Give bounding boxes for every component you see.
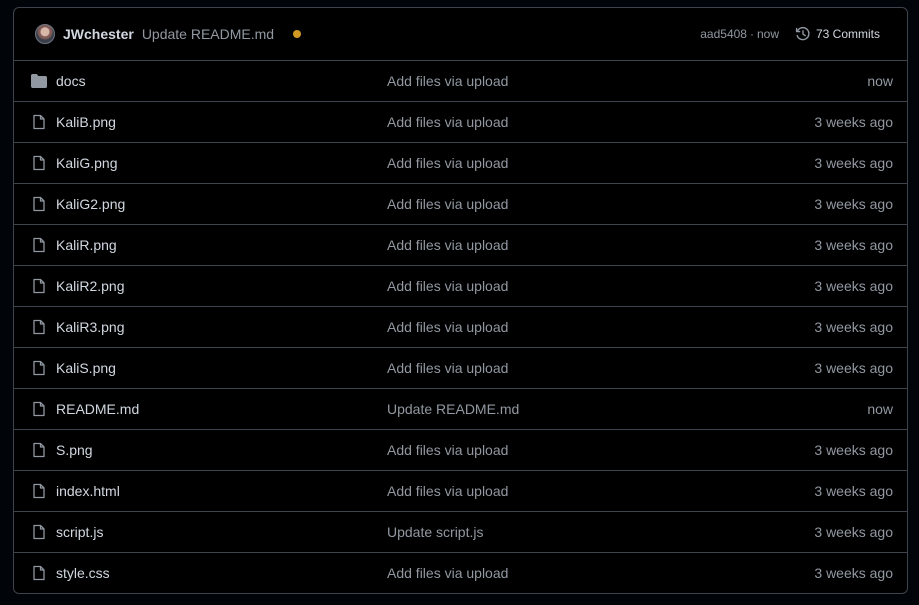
file-name-link[interactable]: README.md — [56, 401, 139, 417]
file-commit-message-link[interactable]: Add files via upload — [387, 565, 508, 581]
file-icon — [31, 278, 47, 294]
file-name-link[interactable]: docs — [56, 73, 86, 89]
file-name-link[interactable]: KaliG.png — [56, 155, 117, 171]
file-commit-message-link[interactable]: Add files via upload — [387, 114, 508, 130]
file-commit-age: now — [867, 73, 893, 89]
file-commit-age: 3 weeks ago — [814, 155, 893, 171]
file-commit-age: 3 weeks ago — [814, 483, 893, 499]
commit-author[interactable]: JWchester — [63, 26, 134, 42]
file-commit-message-link[interactable]: Update script.js — [387, 524, 483, 540]
file-name-link[interactable]: KaliR.png — [56, 237, 117, 253]
file-row[interactable]: docs Add files via upload now — [14, 61, 907, 102]
author-avatar[interactable] — [35, 24, 55, 44]
file-name-link[interactable]: script.js — [56, 524, 103, 540]
folder-icon — [31, 73, 47, 89]
file-icon — [31, 401, 47, 417]
file-commit-message-link[interactable]: Add files via upload — [387, 278, 508, 294]
file-commit-age: 3 weeks ago — [814, 360, 893, 376]
file-list: docs Add files via upload now KaliB.png Add … — [14, 61, 907, 593]
latest-commit-bar: JWchester Update README.md aad5408 · now… — [14, 8, 907, 61]
file-commit-message-link[interactable]: Add files via upload — [387, 442, 508, 458]
file-commit-message-link[interactable]: Add files via upload — [387, 73, 508, 89]
file-commit-age: 3 weeks ago — [814, 319, 893, 335]
file-row[interactable]: KaliR2.png Add files via upload 3 weeks ag… — [14, 266, 907, 307]
file-icon — [31, 360, 47, 376]
file-icon — [31, 524, 47, 540]
file-browser: JWchester Update README.md aad5408 · now… — [13, 7, 908, 594]
file-commit-message-link[interactable]: Add files via upload — [387, 196, 508, 212]
file-name-link[interactable]: index.html — [56, 483, 120, 499]
file-icon — [31, 114, 47, 130]
file-commit-age: 3 weeks ago — [814, 278, 893, 294]
file-icon — [31, 237, 47, 253]
file-commit-age: now — [867, 401, 893, 417]
file-commit-message-link[interactable]: Update README.md — [387, 401, 519, 417]
file-row[interactable]: style.css Add files via upload 3 weeks ago — [14, 553, 907, 593]
file-row[interactable]: KaliS.png Add files via upload 3 weeks ago — [14, 348, 907, 389]
file-name-link[interactable]: S.png — [56, 442, 93, 458]
file-commit-message-link[interactable]: Add files via upload — [387, 360, 508, 376]
file-icon — [31, 442, 47, 458]
commit-status-dot[interactable] — [293, 30, 302, 38]
file-row[interactable]: KaliR.png Add files via upload 3 weeks ago — [14, 225, 907, 266]
file-row[interactable]: KaliG2.png Add files via upload 3 weeks ag… — [14, 184, 907, 225]
history-icon — [795, 27, 810, 41]
commit-sha[interactable]: aad5408 — [700, 27, 747, 41]
file-commit-message-link[interactable]: Add files via upload — [387, 319, 508, 335]
file-name-link[interactable]: KaliR3.png — [56, 319, 125, 335]
file-name-link[interactable]: style.css — [56, 565, 110, 581]
commit-time: now — [756, 27, 779, 41]
file-commit-message-link[interactable]: Add files via upload — [387, 483, 508, 499]
file-commit-age: 3 weeks ago — [814, 237, 893, 253]
file-name-link[interactable]: KaliS.png — [56, 360, 116, 376]
file-commit-message-link[interactable]: Add files via upload — [387, 155, 508, 171]
file-row[interactable]: KaliG.png Add files via upload 3 weeks ago — [14, 143, 907, 184]
file-name-link[interactable]: KaliG2.png — [56, 196, 125, 212]
file-row[interactable]: script.js Update script.js 3 weeks ago — [14, 512, 907, 553]
file-name-link[interactable]: KaliR2.png — [56, 278, 125, 294]
file-commit-age: 3 weeks ago — [814, 524, 893, 540]
latest-commit-message[interactable]: Update README.md — [142, 26, 274, 42]
file-icon — [31, 483, 47, 499]
file-icon — [31, 319, 47, 335]
file-icon — [31, 196, 47, 212]
meta-separator: · — [749, 27, 754, 41]
file-commit-age: 3 weeks ago — [814, 196, 893, 212]
file-icon — [31, 155, 47, 171]
file-commit-age: 3 weeks ago — [814, 114, 893, 130]
commits-history-link[interactable]: 73 Commits — [795, 26, 880, 42]
file-row[interactable]: KaliR3.png Add files via upload 3 weeks ag… — [14, 307, 907, 348]
file-commit-message-link[interactable]: Add files via upload — [387, 237, 508, 253]
file-row[interactable]: index.html Add files via upload 3 weeks ag… — [14, 471, 907, 512]
file-commit-age: 3 weeks ago — [814, 565, 893, 581]
file-row[interactable]: README.md Update README.md now — [14, 389, 907, 430]
commits-count: 73 Commits — [815, 27, 880, 41]
file-commit-age: 3 weeks ago — [814, 442, 893, 458]
commit-meta: aad5408 · now 73 Commits — [700, 8, 907, 60]
file-row[interactable]: KaliB.png Add files via upload 3 weeks ago — [14, 102, 907, 143]
file-row[interactable]: S.png Add files via upload 3 weeks ago — [14, 430, 907, 471]
file-name-link[interactable]: KaliB.png — [56, 114, 116, 130]
file-icon — [31, 565, 47, 581]
